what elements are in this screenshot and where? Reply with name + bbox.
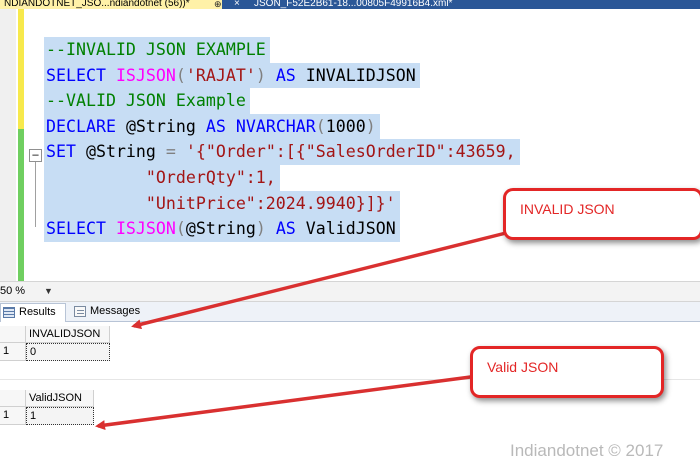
callout-invalid-label: INVALID JSON: [520, 201, 615, 217]
watermark: Indiandotnet © 2017: [510, 441, 664, 460]
code-line[interactable]: "UnitPrice":2024.9940}]}': [46, 191, 516, 217]
callout-invalid-json: INVALID JSON: [503, 188, 700, 240]
code-block[interactable]: --INVALID JSON EXAMPLE SELECT ISJSON('RAJ…: [46, 37, 516, 242]
zoom-level[interactable]: 50 %: [0, 285, 25, 297]
code-line[interactable]: "OrderQty":1,: [46, 165, 516, 191]
code-line[interactable]: DECLARE @String AS NVARCHAR(1000): [46, 114, 516, 140]
tab-results[interactable]: Results: [0, 303, 66, 322]
grid-cell[interactable]: 0: [26, 343, 110, 361]
tab-query-editor[interactable]: NDIANDOTNET_JSO...ndiandotnet (56))*: [0, 0, 222, 9]
outline-line: [35, 157, 36, 227]
code-token: =: [165, 142, 186, 162]
messages-icon: [74, 306, 86, 317]
code-token: ValidJSON: [305, 219, 396, 239]
code-token: "UnitPrice":2024.9940}]}': [46, 193, 396, 213]
code-token: 1000: [325, 116, 366, 136]
callout-valid-json: Valid JSON: [470, 346, 664, 398]
grid-icon: [3, 307, 15, 318]
code-line[interactable]: SET @String = '{"Order":[{"SalesOrderID"…: [46, 139, 516, 165]
code-token: DECLARE: [46, 116, 126, 136]
row-header-corner: [0, 390, 26, 407]
code-token: INVALIDJSON: [305, 65, 416, 85]
code-token: ): [365, 116, 376, 136]
unsaved-change-bar: [18, 9, 24, 129]
code-token: (: [175, 65, 186, 85]
code-token: @String: [85, 142, 166, 162]
tab-xml-result-label: JSON_F52E2B61-18...00805F49916B4.xml*: [254, 0, 453, 9]
tab-xml-result[interactable]: JSON_F52E2B61-18...00805F49916B4.xml*: [250, 0, 457, 9]
code-token: ISJSON: [115, 219, 176, 239]
code-line[interactable]: SELECT ISJSON('RAJAT') AS INVALIDJSON: [46, 63, 516, 89]
code-token: AS: [275, 219, 306, 239]
column-header-invalidjson[interactable]: INVALIDJSON: [26, 326, 110, 343]
code-token: AS: [205, 116, 236, 136]
code-token: --VALID JSON Example: [46, 91, 246, 111]
code-token: "OrderQty":1,: [46, 167, 276, 187]
tab-results-label: Results: [19, 306, 56, 318]
document-tab-strip: NDIANDOTNET_JSO...ndiandotnet (56))* ⊕ ×…: [0, 0, 700, 9]
code-token: --INVALID JSON EXAMPLE: [46, 40, 266, 59]
result-tabs: Results Messages: [0, 302, 700, 322]
code-token: SELECT: [46, 65, 116, 85]
grid-cell[interactable]: 1: [26, 407, 94, 425]
code-token: ): [255, 65, 276, 85]
pin-icon[interactable]: ⊕: [214, 0, 222, 9]
zoom-bar: 50 % ▼: [0, 281, 700, 302]
code-token: (: [175, 219, 186, 239]
close-icon[interactable]: ×: [234, 0, 240, 9]
column-header-validjson[interactable]: ValidJSON: [26, 390, 94, 407]
code-token: SELECT: [46, 219, 116, 239]
code-token: 'RAJAT': [185, 65, 256, 85]
tab-messages-label: Messages: [90, 305, 141, 317]
code-token: ): [255, 219, 276, 239]
code-token: SET: [46, 142, 86, 162]
code-token: AS: [275, 65, 306, 85]
row-header-corner: [0, 326, 26, 343]
code-token: @String: [125, 116, 206, 136]
code-token: @String: [185, 219, 256, 239]
collapse-outline-icon[interactable]: −: [29, 149, 42, 162]
editor-margin: [0, 9, 16, 281]
code-token: (: [315, 116, 326, 136]
row-number[interactable]: 1: [0, 343, 26, 361]
code-line[interactable]: SELECT ISJSON(@String) AS ValidJSON: [46, 216, 516, 242]
row-number[interactable]: 1: [0, 407, 26, 425]
code-line[interactable]: --VALID JSON Example: [46, 88, 516, 114]
code-token: ISJSON: [115, 65, 176, 85]
chevron-down-icon[interactable]: ▼: [44, 286, 53, 296]
tab-query-editor-label: NDIANDOTNET_JSO...ndiandotnet (56))*: [4, 0, 190, 9]
code-line[interactable]: --INVALID JSON EXAMPLE: [46, 37, 516, 63]
callout-valid-label: Valid JSON: [487, 359, 559, 375]
code-token: '{"Order":[{"SalesOrderID":43659,: [185, 142, 516, 162]
code-token: NVARCHAR: [235, 116, 316, 136]
tab-messages[interactable]: Messages: [72, 303, 142, 322]
sql-editor[interactable]: − --INVALID JSON EXAMPLE SELECT ISJSON('R…: [0, 9, 700, 281]
